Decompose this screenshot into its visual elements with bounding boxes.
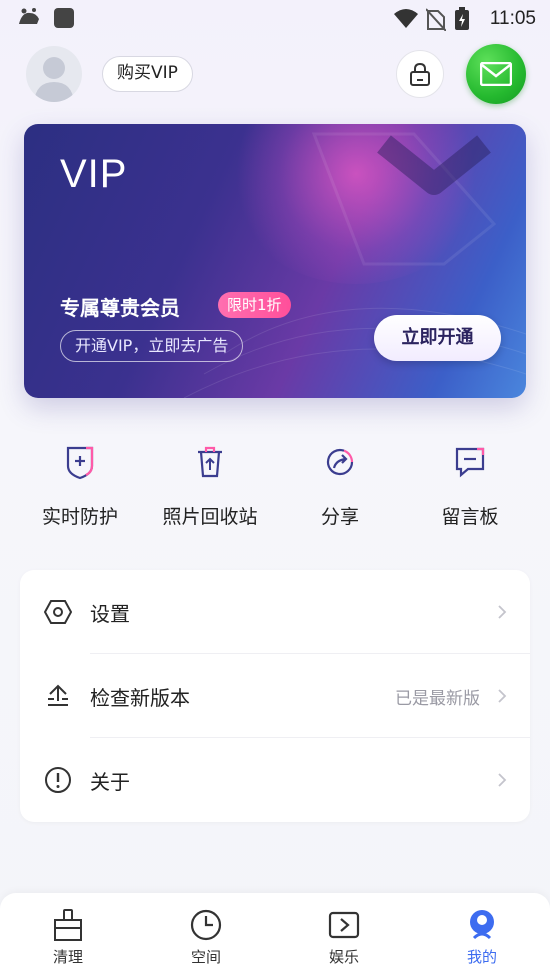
settings-row-value: 已是最新版 — [395, 689, 480, 709]
vip-card[interactable]: VIP 专属尊贵会员 限时1折 开通VIP，立即去广告 立即开通 — [24, 124, 526, 398]
buy-vip-button[interactable]: 购买VIP — [102, 56, 193, 92]
wifi-icon — [394, 8, 418, 34]
vip-description: 开通VIP，立即去广告 — [60, 330, 244, 362]
quick-actions: 实时防护 照片回收站 分享 留言板 — [0, 438, 550, 538]
battery-icon — [454, 7, 470, 35]
message-board-icon — [446, 438, 494, 486]
settings-row-label: 设置 — [90, 602, 130, 626]
quick-action-label: 实时防护 — [41, 506, 118, 528]
share-icon — [316, 438, 364, 486]
settings-list: 设置 检查新版本 已是最新版 关于 — [20, 570, 530, 822]
nav-item-space[interactable]: 空间 — [166, 905, 246, 967]
status-time: 11:05 — [489, 8, 536, 29]
vip-subtitle: 专属尊贵会员 — [60, 296, 180, 320]
quick-action-share[interactable]: 分享 — [271, 438, 409, 529]
broom-icon — [48, 905, 88, 945]
settings-row-check-update[interactable]: 检查新版本 已是最新版 — [20, 654, 530, 738]
lock-icon — [410, 62, 430, 86]
app-square-icon — [52, 6, 76, 34]
quick-action-photo-recycle-bin[interactable]: 照片回收站 — [141, 438, 279, 529]
settings-row-label: 关于 — [90, 770, 130, 794]
trash-bin-icon — [186, 438, 234, 486]
profile-icon — [462, 905, 502, 945]
vip-title: VIP — [60, 152, 128, 196]
hexagon-settings-icon — [42, 596, 74, 628]
bottom-nav: 清理 空间 娱乐 我的 — [0, 893, 550, 976]
no-sim-icon — [425, 7, 447, 35]
notification-app-icon — [16, 6, 42, 34]
quick-action-realtime-protection[interactable]: 实时防护 — [11, 438, 149, 529]
open-vip-button[interactable]: 立即开通 — [374, 315, 501, 361]
quick-action-label: 照片回收站 — [162, 506, 258, 528]
nav-item-clean[interactable]: 清理 — [28, 905, 108, 967]
shield-plus-icon — [56, 438, 104, 486]
quick-action-label: 分享 — [320, 506, 359, 528]
settings-row-label: 检查新版本 — [90, 686, 190, 710]
chevron-right-icon — [498, 773, 507, 787]
upload-update-icon — [42, 680, 74, 712]
clock-icon — [186, 905, 226, 945]
nav-item-entertainment[interactable]: 娱乐 — [304, 905, 384, 967]
settings-row-settings[interactable]: 设置 — [20, 570, 530, 654]
play-icon — [324, 905, 364, 945]
quick-action-message-board[interactable]: 留言板 — [401, 438, 539, 529]
quick-action-label: 留言板 — [441, 506, 499, 528]
lock-button[interactable] — [396, 50, 444, 98]
default-avatar-icon — [34, 57, 74, 102]
mail-button[interactable] — [466, 44, 526, 104]
avatar[interactable] — [26, 46, 82, 102]
status-bar: 11:05 — [0, 0, 550, 38]
info-exclamation-icon — [42, 764, 74, 796]
vip-discount-badge: 限时1折 — [218, 292, 291, 318]
nav-item-mine[interactable]: 我的 — [442, 905, 522, 967]
nav-label: 娱乐 — [328, 948, 359, 966]
nav-label: 我的 — [466, 948, 497, 966]
settings-row-about[interactable]: 关于 — [20, 738, 530, 822]
chevron-right-icon — [498, 689, 507, 703]
mail-icon — [480, 62, 512, 86]
nav-label: 空间 — [190, 948, 221, 966]
nav-label: 清理 — [52, 948, 83, 966]
chevron-right-icon — [498, 605, 507, 619]
